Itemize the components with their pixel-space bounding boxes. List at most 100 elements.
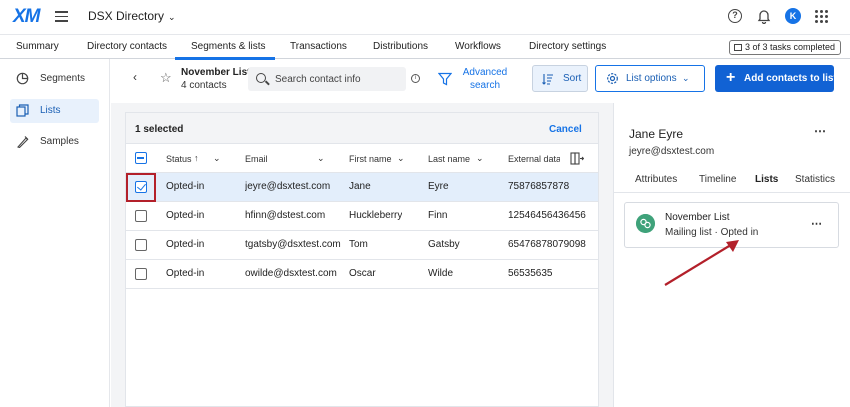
- chevron-down-icon[interactable]: ⌄: [317, 153, 325, 164]
- more-options-icon[interactable]: ⋯: [811, 217, 822, 230]
- tasks-badge-label: 3 of 3 tasks completed: [745, 42, 836, 52]
- cell-status: Opted-in: [166, 210, 205, 221]
- plus-icon: +: [726, 69, 736, 86]
- row-checkbox[interactable]: [135, 268, 147, 280]
- cell-email: hfinn@dstest.com: [245, 210, 326, 221]
- tab-directory-settings[interactable]: Directory settings: [529, 41, 606, 52]
- cell-first-name: Oscar: [349, 268, 376, 279]
- cell-first-name: Huckleberry: [349, 210, 403, 221]
- cell-status: Opted-in: [166, 268, 205, 279]
- cell-status: Opted-in: [166, 239, 205, 250]
- row-checkbox[interactable]: [135, 210, 147, 222]
- column-settings-icon[interactable]: [570, 152, 584, 165]
- sort-ascending-icon[interactable]: ↑: [194, 153, 199, 163]
- column-header-last-name[interactable]: Last name: [428, 154, 470, 164]
- sidebar-item-lists[interactable]: Lists: [10, 99, 99, 123]
- segments-icon: [16, 72, 29, 85]
- tab-attributes[interactable]: Attributes: [635, 174, 677, 185]
- lists-icon: [16, 104, 29, 117]
- column-header-email[interactable]: Email: [245, 154, 268, 164]
- cell-email: owilde@dsxtest.com: [245, 268, 337, 279]
- tab-segments-lists[interactable]: Segments & lists: [191, 41, 265, 52]
- column-header-status[interactable]: Status: [166, 154, 192, 164]
- list-options-label: List options: [626, 73, 677, 84]
- top-bar: XM DSX Directory ⌄ ? K: [0, 0, 850, 34]
- list-title: November List: [181, 67, 251, 78]
- cell-last-name: Finn: [428, 210, 448, 221]
- tab-workflows[interactable]: Workflows: [455, 41, 501, 52]
- tab-transactions[interactable]: Transactions: [290, 41, 347, 52]
- chevron-down-icon[interactable]: ⌄: [213, 153, 221, 164]
- tab-statistics[interactable]: Statistics: [795, 174, 835, 185]
- project-title: DSX Directory: [88, 9, 165, 23]
- row-checkbox[interactable]: [135, 239, 147, 251]
- sidebar-item-label: Segments: [40, 73, 86, 84]
- tab-distributions[interactable]: Distributions: [373, 41, 428, 52]
- tab-lists[interactable]: Lists: [755, 174, 778, 185]
- select-all-checkbox[interactable]: [135, 152, 147, 164]
- help-icon[interactable]: ?: [728, 9, 742, 23]
- apps-grid-icon[interactable]: [815, 10, 828, 23]
- annotation-highlight-box: [126, 173, 156, 202]
- tab-directory-contacts[interactable]: Directory contacts: [87, 41, 167, 52]
- cell-first-name: Tom: [349, 239, 368, 250]
- samples-icon: [17, 136, 29, 148]
- selection-bar: 1 selected Cancel: [126, 113, 598, 144]
- filter-funnel-icon[interactable]: [438, 72, 452, 86]
- cancel-selection-button[interactable]: Cancel: [549, 124, 582, 135]
- table-row[interactable]: Opted-in hfinn@dstest.com Huckleberry Fi…: [126, 202, 598, 231]
- more-options-icon[interactable]: ⋯: [814, 124, 826, 138]
- sidebar: Segments Lists Samples: [0, 59, 110, 407]
- notification-bell-icon[interactable]: [756, 8, 772, 24]
- cell-last-name: Gatsby: [428, 239, 460, 250]
- info-icon[interactable]: i: [411, 74, 420, 83]
- table-row[interactable]: Opted-in owilde@dsxtest.com Oscar Wilde …: [126, 260, 598, 289]
- selection-count: 1 selected: [135, 124, 184, 135]
- xm-logo[interactable]: XM: [13, 6, 40, 28]
- cell-first-name: Jane: [349, 181, 371, 192]
- sort-icon: [542, 74, 553, 85]
- tab-timeline[interactable]: Timeline: [699, 174, 736, 185]
- menu-icon[interactable]: [55, 11, 68, 25]
- list-contact-count: 4 contacts: [181, 80, 227, 91]
- cell-external-data: 56535635: [508, 268, 553, 279]
- advanced-search-link[interactable]: Advanced search: [461, 66, 509, 92]
- star-icon[interactable]: ☆: [160, 70, 172, 86]
- cell-last-name: Eyre: [428, 181, 449, 192]
- user-avatar[interactable]: K: [785, 8, 801, 24]
- briefcase-icon: [734, 44, 742, 51]
- add-contacts-label: Add contacts to list: [744, 73, 837, 84]
- sidebar-item-segments[interactable]: Segments: [10, 67, 99, 91]
- sidebar-item-samples[interactable]: Samples: [10, 130, 99, 154]
- cell-external-data: 12546456436456: [508, 210, 586, 221]
- sort-button-label: Sort: [563, 73, 582, 84]
- divider: [614, 192, 850, 193]
- chevron-down-icon[interactable]: ⌄: [476, 153, 484, 164]
- annotation-arrow-icon: [664, 240, 739, 286]
- column-header-first-name[interactable]: First name: [349, 154, 392, 164]
- list-membership-icon: [636, 214, 655, 233]
- tab-summary[interactable]: Summary: [16, 41, 59, 52]
- contacts-table: 1 selected Cancel Status ↑ ⌄ Email ⌄ Fir…: [125, 112, 599, 407]
- chevron-down-icon: ⌄: [168, 12, 176, 22]
- sidebar-item-label: Lists: [40, 105, 61, 116]
- chevron-down-icon: ⌄: [682, 73, 690, 83]
- search-field[interactable]: [248, 67, 406, 91]
- tasks-badge[interactable]: 3 of 3 tasks completed: [729, 40, 842, 55]
- section-tabs: Summary Directory contacts Segments & li…: [0, 34, 850, 60]
- project-switcher[interactable]: DSX Directory ⌄: [88, 9, 176, 23]
- table-row[interactable]: Opted-in tgatsby@dsxtest.com Tom Gatsby …: [126, 231, 598, 260]
- column-header-external-data[interactable]: External data: [508, 154, 560, 164]
- back-chevron-icon[interactable]: ‹: [133, 70, 137, 84]
- cell-email: tgatsby@dsxtest.com: [245, 239, 341, 250]
- list-options-button[interactable]: List options ⌄: [595, 65, 705, 92]
- sidebar-item-label: Samples: [40, 136, 79, 147]
- table-row[interactable]: Opted-in jeyre@dsxtest.com Jane Eyre 758…: [126, 173, 598, 202]
- sort-button[interactable]: Sort: [532, 65, 588, 92]
- add-contacts-button[interactable]: + Add contacts to list: [715, 65, 837, 92]
- chevron-down-icon[interactable]: ⌄: [397, 153, 405, 164]
- gear-icon: [607, 73, 618, 84]
- search-input[interactable]: [275, 71, 400, 87]
- contact-email: jeyre@dsxtest.com: [629, 146, 715, 157]
- contact-name: Jane Eyre: [629, 127, 684, 141]
